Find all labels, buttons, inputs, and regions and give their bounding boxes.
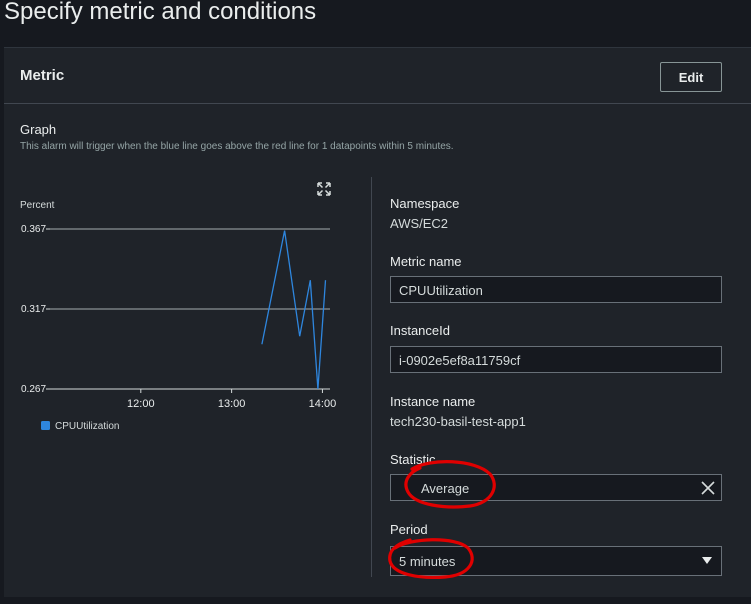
- metric-panel-header: Metric Edit: [4, 48, 751, 104]
- x-tick-label: 14:00: [309, 398, 337, 410]
- period-select[interactable]: 5 minutes: [390, 546, 722, 576]
- namespace-label: Namespace: [390, 196, 460, 211]
- metric-name-label: Metric name: [390, 254, 462, 269]
- period-label: Period: [390, 522, 428, 537]
- series-line-cpuutilization: [261, 230, 327, 390]
- page-title: Specify metric and conditions: [4, 0, 317, 25]
- edit-button[interactable]: Edit: [660, 62, 722, 92]
- statistic-value: Average: [421, 481, 470, 496]
- graph-description: This alarm will trigger when the blue li…: [20, 141, 454, 152]
- y-tick-label: 0.367: [21, 224, 46, 235]
- metric-name-field[interactable]: CPUUtilization: [390, 276, 722, 303]
- metric-graph: Percent 0.3670.3170.267 12:00 13:00 14:00 …: [20, 200, 337, 432]
- close-icon[interactable]: [699, 479, 717, 497]
- column-divider: [371, 177, 372, 577]
- y-axis-label: Percent: [20, 200, 55, 211]
- period-value: 5 minutes: [399, 554, 456, 569]
- y-tick-label: 0.317: [21, 304, 46, 315]
- graph-title: Graph: [20, 122, 57, 137]
- instance-name-label: Instance name: [390, 394, 476, 409]
- y-tick-label: 0.267: [21, 384, 46, 395]
- statistic-field[interactable]: Average: [390, 474, 722, 501]
- statistic-label: Statistic: [390, 452, 436, 467]
- metric-heading: Metric: [20, 67, 65, 84]
- metric-panel: Metric Edit Graph This alarm will trigge…: [4, 47, 751, 597]
- x-tick-label: 12:00: [127, 398, 155, 410]
- namespace-value: AWS/EC2: [390, 216, 449, 231]
- caret-down-icon[interactable]: [702, 557, 712, 564]
- legend-label: CPUUtilization: [55, 421, 119, 432]
- x-tick-label: 13:00: [218, 398, 246, 410]
- instance-id-label: InstanceId: [390, 323, 450, 338]
- legend-swatch: [41, 421, 50, 430]
- instance-id-field[interactable]: i-0902e5ef8a11759cf: [390, 346, 722, 373]
- instance-name-value: tech230-basil-test-app1: [390, 414, 526, 429]
